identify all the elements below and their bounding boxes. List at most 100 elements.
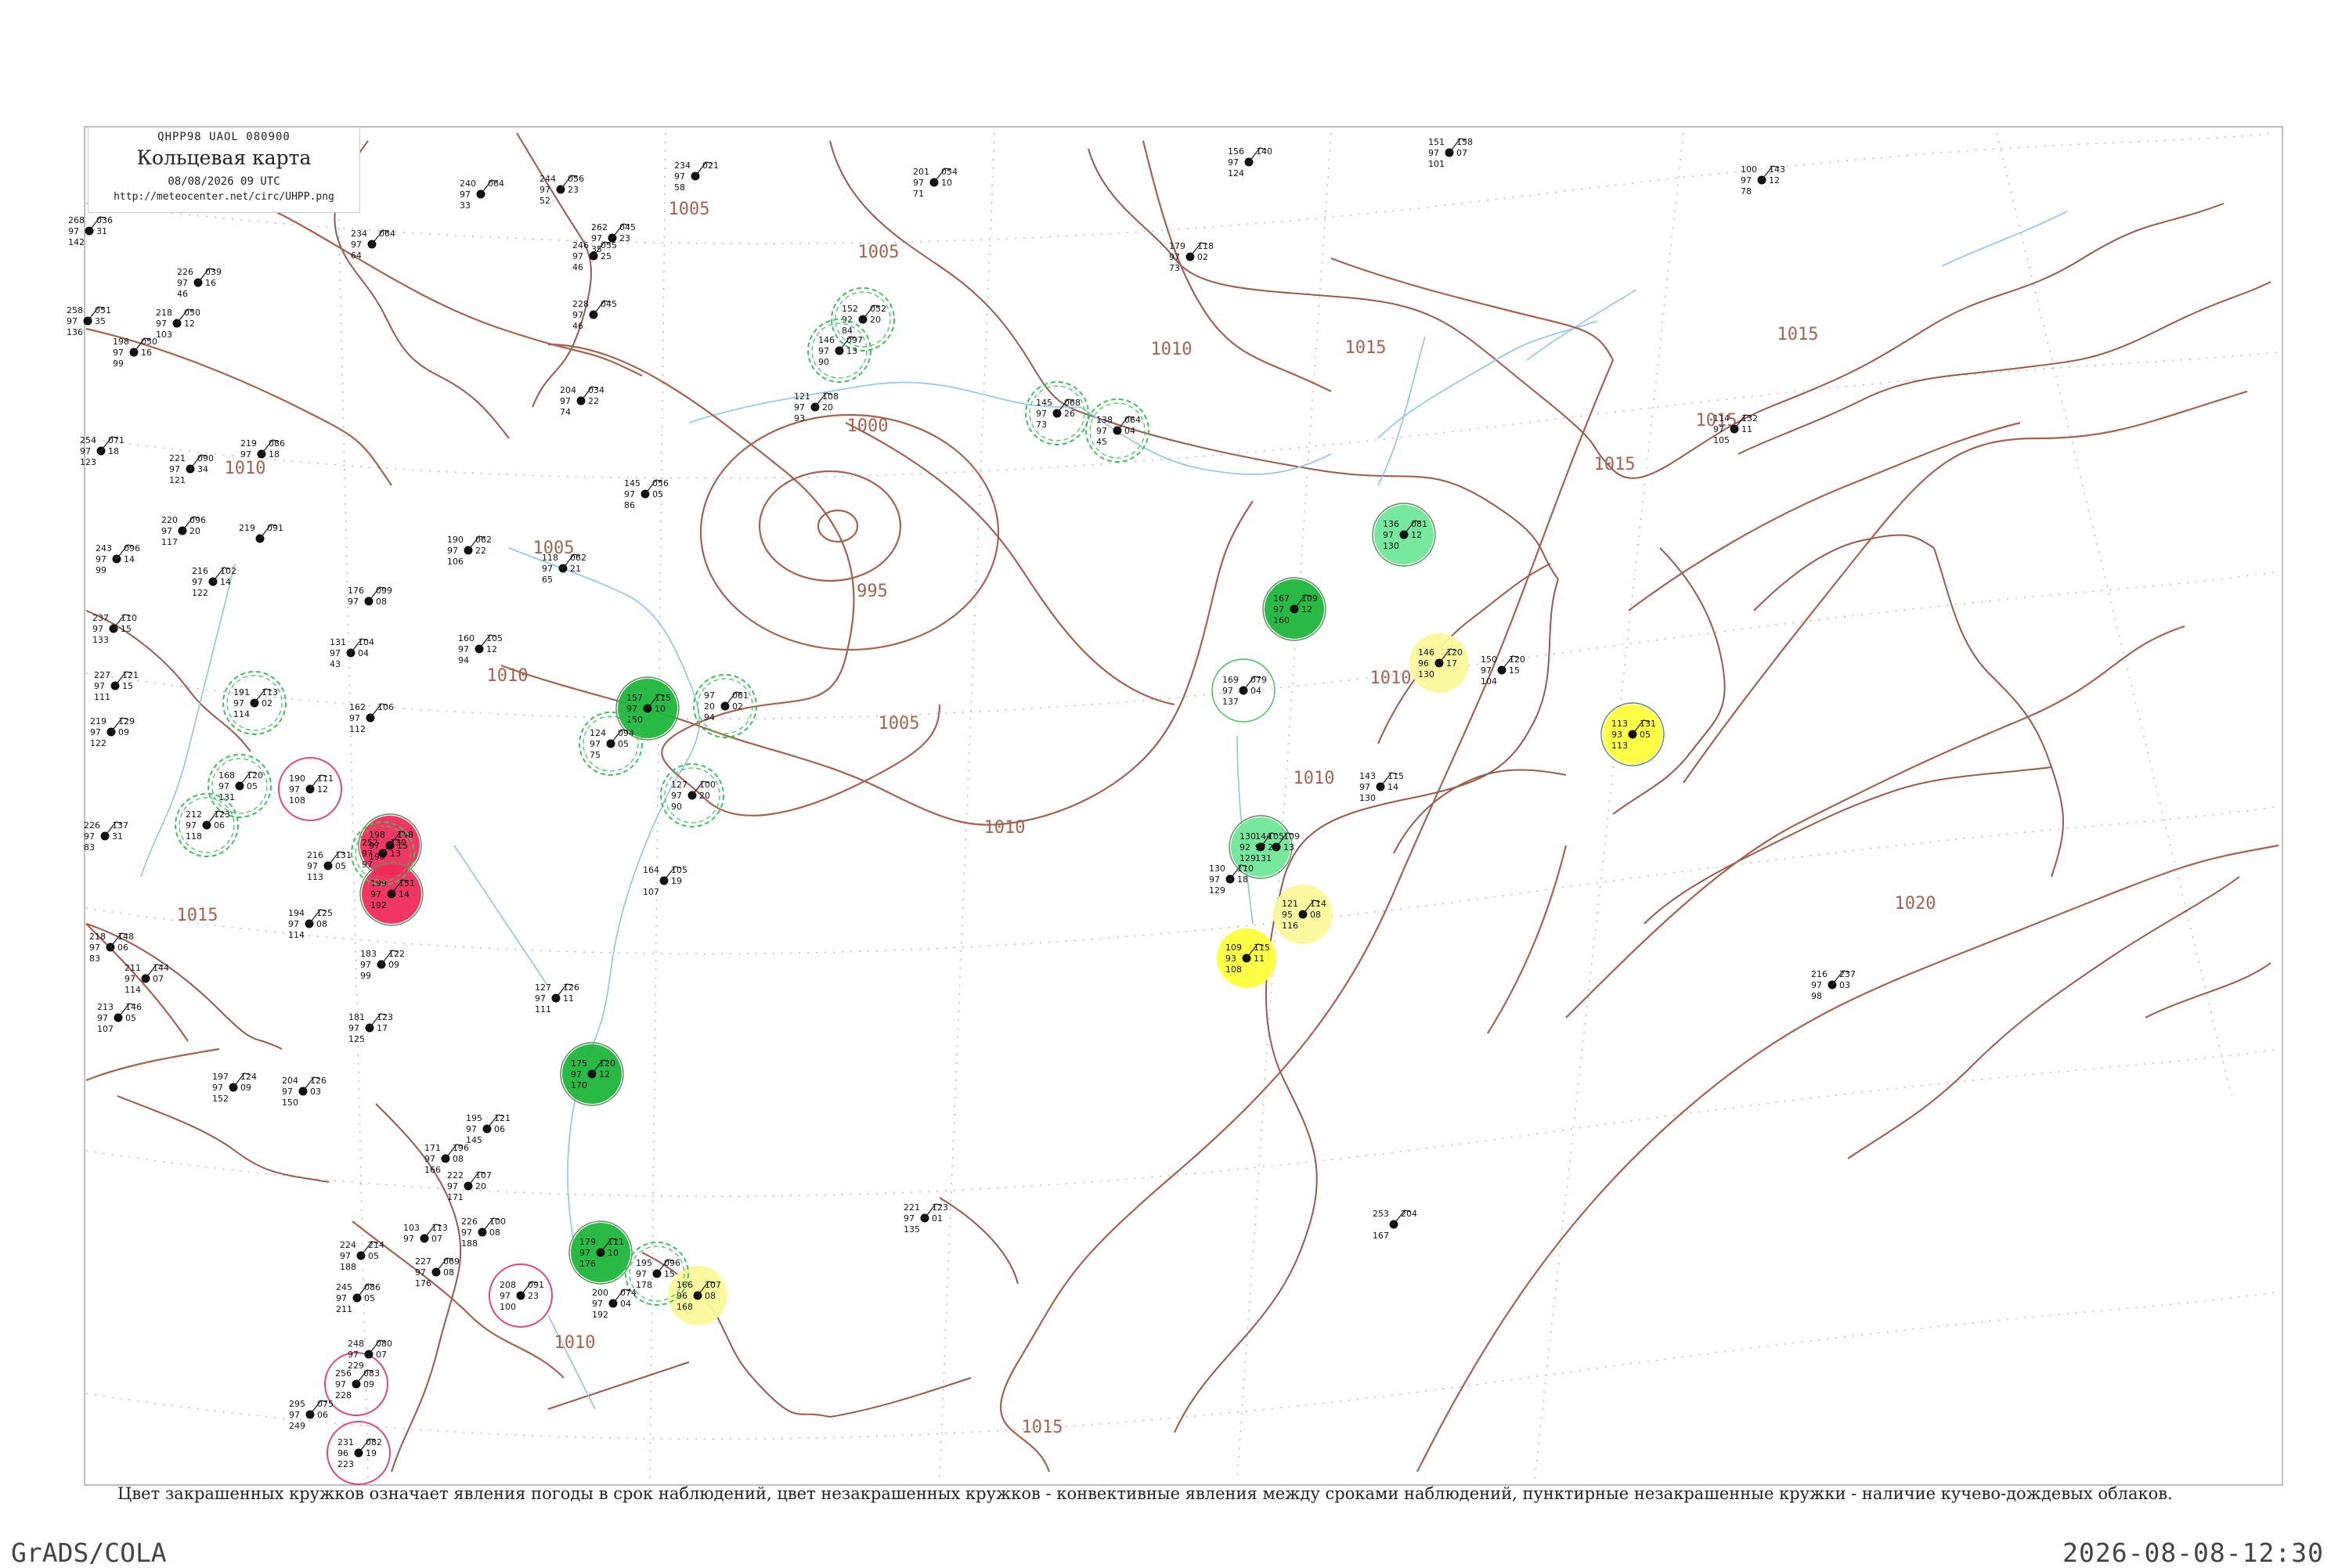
station-temperature: 109 <box>1225 943 1242 953</box>
station-tendency: 05 <box>652 489 663 499</box>
station-tendency: 16 <box>205 278 216 288</box>
station-temperature: 118 <box>542 553 558 563</box>
station-tendency: 18 <box>1237 874 1248 885</box>
station-plot[interactable]: 121 114 95 08 116 <box>1273 885 1333 944</box>
station-visibility: 97 <box>572 251 583 261</box>
station-dewpoint: 112 <box>349 724 366 734</box>
station-dewpoint: 249 <box>289 1421 305 1431</box>
station-temperature: 143 <box>1359 771 1376 781</box>
station-pressure: 121 <box>494 1113 511 1123</box>
station-dewpoint: 118 <box>186 831 202 842</box>
station-temperature: 179 <box>579 1237 596 1247</box>
station-pressure: 120 <box>1446 647 1463 658</box>
station-pressure: 034 <box>588 385 604 395</box>
station-plot[interactable]: 136 081 97 12 130 <box>1372 503 1436 567</box>
station-pressure: 096 <box>664 1258 680 1268</box>
station-visibility: 97 <box>674 171 685 182</box>
station-temperature: 151 <box>1428 137 1445 147</box>
station-plot[interactable]: 167 109 97 12 160 <box>1262 577 1326 641</box>
station-pressure: 052 <box>870 304 886 314</box>
station-visibility: 97 <box>447 1181 458 1191</box>
station-tendency: 09 <box>118 727 129 737</box>
station-tendency: 12 <box>317 784 328 795</box>
station-temperature: 221 <box>169 453 186 463</box>
station-temperature: 227 <box>415 1256 431 1267</box>
station-dewpoint: 131 <box>1255 853 1272 863</box>
station-tendency: 12 <box>599 1069 610 1080</box>
station-tendency: 12 <box>1301 604 1312 615</box>
station-tendency: 21 <box>570 564 581 574</box>
station-temperature: 194 <box>288 908 305 918</box>
station-visibility: 97 <box>94 681 105 691</box>
station-pressure: 132 <box>1741 413 1758 424</box>
station-pressure: 125 <box>316 908 333 918</box>
station-dewpoint: 93 <box>794 413 805 424</box>
station-visibility: 97 <box>1096 426 1107 436</box>
station-visibility: 97 <box>1383 530 1394 540</box>
station-pressure: 196 <box>453 1143 469 1153</box>
station-tendency: 22 <box>588 396 599 406</box>
station-temperature: 145 <box>1036 398 1052 408</box>
station-plot[interactable]: 113 131 93 05 113 <box>1600 702 1665 766</box>
station-dewpoint: 130 <box>1383 541 1399 551</box>
station-visibility: 97 <box>161 526 172 536</box>
station-tendency: 13 <box>390 849 401 859</box>
station-pressure: 214 <box>368 1240 384 1250</box>
station-pressure: 021 <box>702 160 719 171</box>
station-temperature: 164 <box>643 865 659 875</box>
station-pressure: 091 <box>528 1280 544 1290</box>
station-tendency: 06 <box>494 1124 505 1134</box>
station-dewpoint: 94 <box>704 712 715 723</box>
station-plot[interactable]: 146 120 96 17 130 <box>1409 633 1469 693</box>
station-temperature: 156 <box>1228 146 1244 157</box>
station-dewpoint: 108 <box>289 795 305 806</box>
station-temperature: 222 <box>447 1170 464 1181</box>
station-plot[interactable]: 109 115 93 11 108 <box>1217 928 1276 988</box>
station-visibility: 97 <box>360 960 371 970</box>
station-pressure: 064 <box>379 229 395 239</box>
station-pressure: 039 <box>205 267 222 277</box>
station-visibility: 97 <box>192 577 203 587</box>
station-plot[interactable]: 175 120 97 12 170 <box>560 1042 624 1106</box>
station-dewpoint: 111 <box>535 1004 551 1015</box>
station-visibility: 97 <box>233 698 244 708</box>
station-visibility: 97 <box>1811 980 1822 990</box>
station-visibility: 97 <box>500 1291 511 1301</box>
station-visibility: 97 <box>89 943 100 953</box>
station-dewpoint: 113 <box>307 872 323 882</box>
station-temperature: 157 <box>626 693 643 703</box>
station-pressure: 106 <box>377 702 394 712</box>
station-visibility: 97 <box>348 597 359 607</box>
station-temperature: 169 <box>1222 675 1239 685</box>
station-temperature: 166 <box>677 1280 693 1290</box>
station-temperature: 228 <box>572 299 589 309</box>
station-tendency: 31 <box>112 831 123 842</box>
station-dewpoint: 116 <box>1282 921 1298 931</box>
station-temperature: 171 <box>424 1143 441 1153</box>
station-pressure: 082 <box>366 1437 382 1447</box>
station-tendency: 14 <box>1387 782 1398 792</box>
station-temperature: 219 <box>239 523 255 533</box>
station-tendency: 25 <box>601 251 612 261</box>
station-temperature: 160 <box>458 633 474 643</box>
station-temperature: 208 <box>500 1280 516 1290</box>
station-visibility: 97 <box>288 919 299 929</box>
station-tendency: 08 <box>489 1227 500 1238</box>
station-dewpoint: 122 <box>90 738 106 748</box>
station-temperature: 195 <box>466 1113 482 1123</box>
station-dewpoint: 100 <box>500 1302 516 1312</box>
station-tendency: 11 <box>1254 953 1265 964</box>
station-temperature: 221 <box>904 1202 920 1213</box>
station-pressure: 045 <box>619 222 636 232</box>
station-visibility: 97 <box>626 704 637 714</box>
station-plot[interactable]: 179 111 97 10 176 <box>568 1220 633 1285</box>
map-header-box: QHPP98 UAOL 080900 Кольцевая карта 08/08… <box>88 127 360 213</box>
station-dewpoint: 125 <box>348 1034 365 1044</box>
station-visibility: 97 <box>466 1124 477 1134</box>
station-tendency: 20 <box>189 526 200 536</box>
station-dewpoint: 65 <box>542 575 553 585</box>
isobar-label: 1005 <box>879 714 920 734</box>
station-plot[interactable]: 166 10796 08168 <box>668 1266 727 1325</box>
station-plot[interactable]: 199 15197 14192 <box>359 862 424 926</box>
station-pressure: 086 <box>269 438 285 449</box>
